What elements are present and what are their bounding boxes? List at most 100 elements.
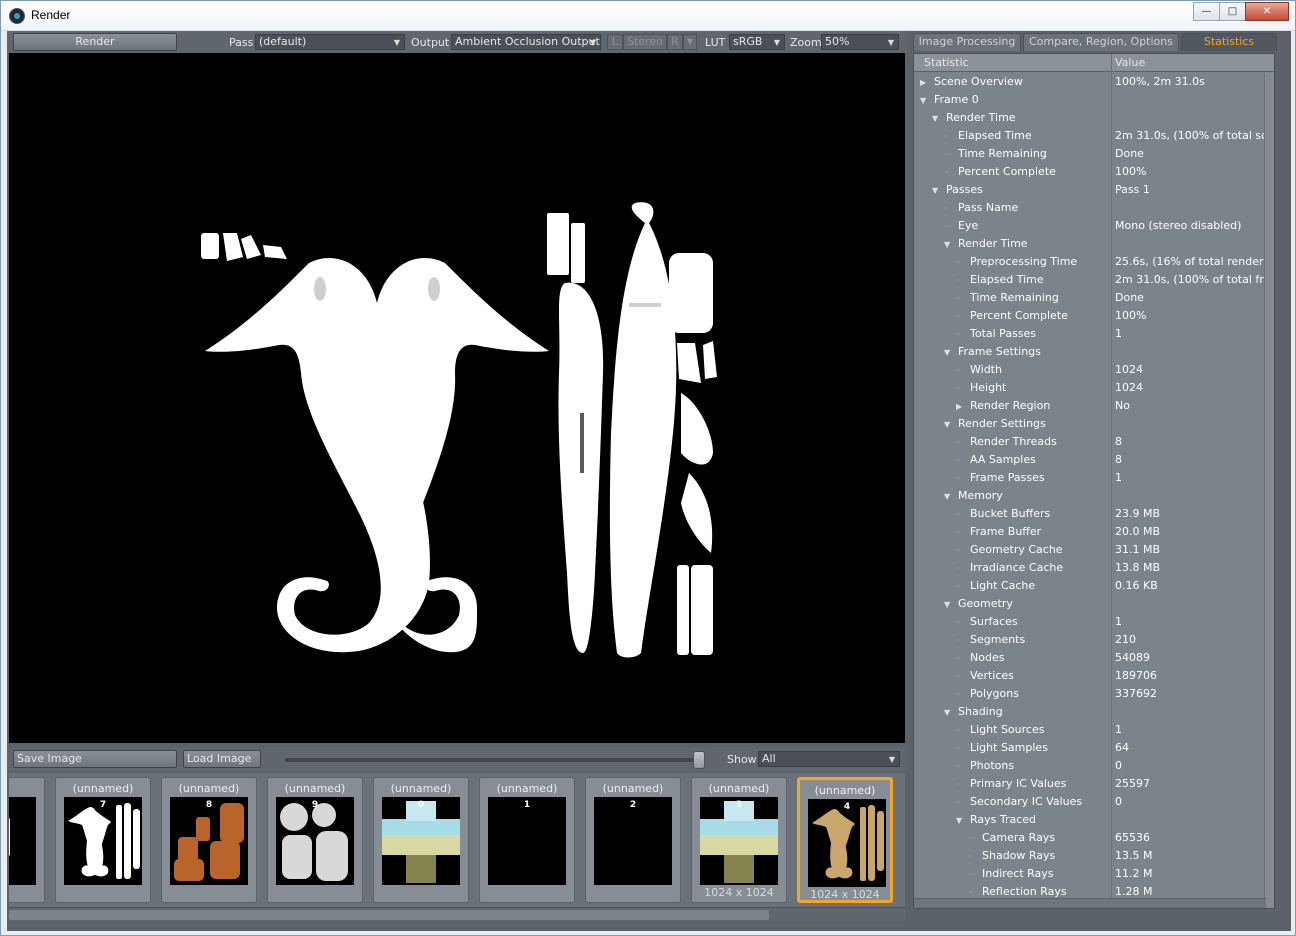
expand-arrow-icon[interactable]: ▼ bbox=[944, 704, 954, 722]
lut-dropdown[interactable]: sRGB ▼ bbox=[729, 34, 785, 50]
stat-row[interactable]: ◦ Irradiance Cache 13.8 MB bbox=[914, 559, 1274, 577]
value-column-header[interactable]: Value bbox=[1115, 56, 1145, 69]
left-eye-button[interactable]: L bbox=[607, 34, 623, 50]
close-button[interactable]: ✕ bbox=[1245, 2, 1289, 21]
stat-row[interactable]: ◦ AA Samples 8 bbox=[914, 451, 1274, 469]
stat-row[interactable]: ◦ Width 1024 bbox=[914, 361, 1274, 379]
render-thumbnail[interactable]: (unnamed) 3 1024 x 1024 bbox=[691, 777, 787, 903]
save-image-button[interactable]: Save Image bbox=[13, 750, 177, 768]
render-thumbnail[interactable]: (unnamed) 2 bbox=[585, 777, 681, 903]
output-dropdown[interactable]: Ambient Occlusion Output ▼ bbox=[451, 34, 601, 50]
stat-row[interactable]: ▼ Render Time bbox=[914, 235, 1274, 254]
render-button[interactable]: Render bbox=[13, 33, 177, 51]
stat-row[interactable]: ◦ Light Sources 1 bbox=[914, 721, 1274, 740]
stat-row[interactable]: ▼ Rays Traced bbox=[914, 811, 1274, 830]
render-thumbnail[interactable]: (unnamed) 8 bbox=[161, 777, 257, 903]
thumbnail-scrollbar-thumb[interactable] bbox=[9, 910, 769, 920]
stat-row[interactable]: ◦ Percent Complete 100% bbox=[914, 163, 1274, 181]
stat-row[interactable]: ◦ Time Remaining Done bbox=[914, 289, 1274, 307]
history-slider-track[interactable] bbox=[285, 758, 701, 762]
stat-row[interactable]: ◦ Light Cache 0.16 KB bbox=[914, 577, 1274, 595]
show-dropdown[interactable]: All ▼ bbox=[758, 751, 900, 767]
stat-name-cell: ◦ Camera Rays bbox=[914, 829, 1111, 848]
stereo-button[interactable]: Stereo bbox=[623, 34, 667, 50]
stat-row[interactable]: ◦ Camera Rays 65536 bbox=[914, 829, 1274, 848]
render-thumbnail[interactable]: (unnamed) 7 bbox=[55, 777, 151, 903]
stat-row[interactable]: ◦ Shadow Rays 13.5 M bbox=[914, 847, 1274, 865]
stat-row[interactable]: ◦ Percent Complete 100% bbox=[914, 307, 1274, 325]
stat-row[interactable]: ◦ Pass Name bbox=[914, 199, 1274, 217]
stat-row[interactable]: ◦ Vertices 189706 bbox=[914, 667, 1274, 685]
stat-row[interactable]: ▼ Render Settings bbox=[914, 415, 1274, 434]
stat-row[interactable]: ◦ Surfaces 1 bbox=[914, 613, 1274, 631]
stereo-chevron-icon[interactable]: ▼ bbox=[683, 34, 697, 50]
stat-row[interactable]: ◦ Total Passes 1 bbox=[914, 325, 1274, 343]
stat-row[interactable]: ◦ Frame Passes 1 bbox=[914, 469, 1274, 487]
render-thumbnail[interactable]: ied) bbox=[9, 777, 45, 903]
stat-row[interactable]: ▶ Render Region No bbox=[914, 397, 1274, 416]
render-thumbnail[interactable]: (unnamed) 4 1024 x 1024 bbox=[797, 777, 893, 903]
stat-row[interactable]: ▼ Render Time bbox=[914, 109, 1274, 128]
render-thumbnail[interactable]: (unnamed) 1 bbox=[479, 777, 575, 903]
stat-row[interactable]: ◦ Time Remaining Done bbox=[914, 145, 1274, 163]
thumbnail-title: (unnamed) bbox=[708, 782, 770, 795]
expand-arrow-icon[interactable]: ▼ bbox=[932, 182, 942, 200]
statistic-column-header[interactable]: Statistic bbox=[924, 56, 969, 69]
collapse-arrow-icon[interactable]: ▶ bbox=[956, 398, 966, 416]
stat-row[interactable]: ▼ Frame 0 bbox=[914, 91, 1274, 110]
right-eye-button[interactable]: R bbox=[667, 34, 683, 50]
expand-arrow-icon[interactable]: ▼ bbox=[944, 488, 954, 506]
stat-name: Surfaces bbox=[970, 615, 1018, 628]
pass-dropdown[interactable]: (default) ▼ bbox=[255, 34, 405, 50]
stat-row[interactable]: ◦ Secondary IC Values 0 bbox=[914, 793, 1274, 811]
render-thumbnail[interactable]: (unnamed) 0 bbox=[373, 777, 469, 903]
zoom-dropdown[interactable]: 50% ▼ bbox=[821, 34, 899, 50]
stat-row[interactable]: ◦ Nodes 54089 bbox=[914, 649, 1274, 667]
render-thumbnail[interactable]: (unnamed) 9 bbox=[267, 777, 363, 903]
thumbnail-title: (unnamed) bbox=[178, 782, 240, 795]
expand-arrow-icon[interactable]: ▼ bbox=[944, 596, 954, 614]
stat-row[interactable]: ◦ Frame Buffer 20.0 MB bbox=[914, 523, 1274, 541]
stat-row[interactable]: ▼ Passes Pass 1 bbox=[914, 181, 1274, 200]
expand-arrow-icon[interactable]: ▼ bbox=[932, 110, 942, 128]
stat-row[interactable]: ◦ Bucket Buffers 23.9 MB bbox=[914, 505, 1274, 523]
stat-row[interactable]: ◦ Primary IC Values 25597 bbox=[914, 775, 1274, 793]
tab-image-processing[interactable]: Image Processing bbox=[913, 33, 1021, 51]
stat-row[interactable]: ◦ Segments 210 bbox=[914, 631, 1274, 649]
stat-row[interactable]: ◦ Eye Mono (stereo disabled) bbox=[914, 217, 1274, 235]
tab-statistics[interactable]: Statistics bbox=[1181, 33, 1277, 51]
history-slider-handle[interactable] bbox=[693, 751, 705, 769]
horizontal-scrollbar[interactable] bbox=[914, 898, 1266, 908]
stat-row[interactable]: ▼ Memory bbox=[914, 487, 1274, 506]
stat-row[interactable]: ▼ Frame Settings bbox=[914, 343, 1274, 362]
stat-row[interactable]: ◦ Photons 0 bbox=[914, 757, 1274, 775]
expand-arrow-icon[interactable]: ▼ bbox=[920, 92, 930, 110]
stat-row[interactable]: ◦ Geometry Cache 31.1 MB bbox=[914, 541, 1274, 559]
load-image-button[interactable]: Load Image bbox=[183, 750, 261, 768]
stat-row[interactable]: ◦ Polygons 337692 bbox=[914, 685, 1274, 703]
stat-row[interactable]: ◦ Elapsed Time 2m 31.0s, (100% of total fr… bbox=[914, 271, 1274, 289]
render-viewport[interactable] bbox=[9, 53, 905, 743]
stat-row[interactable]: ◦ Render Threads 8 bbox=[914, 433, 1274, 451]
expand-arrow-icon[interactable]: ▼ bbox=[956, 812, 966, 830]
stat-row[interactable]: ▼ Geometry bbox=[914, 595, 1274, 614]
maximize-button[interactable]: □ bbox=[1219, 2, 1246, 21]
title-bar: Render — □ ✕ bbox=[1, 1, 1295, 31]
stat-row[interactable]: ◦ Light Samples 64 bbox=[914, 739, 1274, 757]
stat-row[interactable]: ◦ Height 1024 bbox=[914, 379, 1274, 397]
statistics-header: Statistic Value bbox=[914, 54, 1274, 72]
expand-arrow-icon[interactable]: ▼ bbox=[944, 236, 954, 254]
tab-compare-region-options[interactable]: Compare, Region, Options bbox=[1023, 33, 1179, 51]
stat-row[interactable]: ◦ Elapsed Time 2m 31.0s, (100% of total sc… bbox=[914, 127, 1274, 145]
vertical-scrollbar[interactable] bbox=[1264, 73, 1274, 908]
expand-arrow-icon[interactable]: ▼ bbox=[944, 416, 954, 434]
collapse-arrow-icon[interactable]: ▶ bbox=[920, 74, 930, 92]
stat-row[interactable]: ◦ Indirect Rays 11.2 M bbox=[914, 865, 1274, 883]
minimize-button[interactable]: — bbox=[1193, 2, 1220, 21]
expand-arrow-icon[interactable]: ▼ bbox=[944, 344, 954, 362]
stat-row[interactable]: ◦ Preprocessing Time 25.6s, (16% of total … bbox=[914, 253, 1274, 271]
stat-row[interactable]: ▼ Shading bbox=[914, 703, 1274, 722]
thumbnail-scrollbar[interactable] bbox=[9, 907, 905, 921]
stat-row[interactable]: ▶ Scene Overview 100%, 2m 31.0s bbox=[914, 73, 1274, 92]
stat-name-cell: ◦ Light Sources bbox=[914, 721, 1111, 740]
